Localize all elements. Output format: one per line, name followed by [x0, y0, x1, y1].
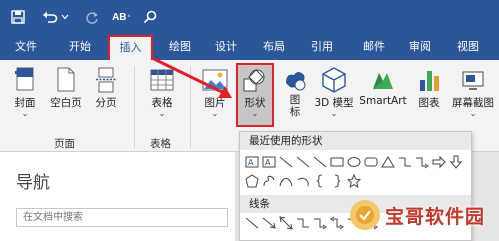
- oval-shape-icon[interactable]: [347, 155, 361, 169]
- cover-page-label: 封面: [14, 97, 36, 109]
- chevron-down-icon: ⌄: [211, 109, 219, 118]
- svg-text:A: A: [265, 158, 271, 167]
- rounded-rectangle-shape-icon[interactable]: [364, 155, 378, 169]
- picture-button[interactable]: 图片 ⌄: [198, 66, 232, 118]
- tables-group-label: 表格: [150, 138, 171, 150]
- navigation-search-input[interactable]: [17, 209, 227, 226]
- navigation-pane: [0, 152, 236, 241]
- save-icon[interactable]: [8, 6, 28, 28]
- tab-file[interactable]: 文件: [8, 34, 44, 60]
- undo-icon[interactable]: [40, 6, 60, 28]
- table-icon: [149, 66, 175, 94]
- arrow-line-shape-icon[interactable]: [262, 216, 276, 230]
- tab-draw[interactable]: 绘图: [160, 34, 200, 60]
- chevron-down-icon[interactable]: [60, 6, 70, 28]
- navigation-title: 导航: [16, 173, 50, 193]
- tab-layout[interactable]: 布局: [254, 34, 294, 60]
- chart-label: 图表: [418, 97, 440, 109]
- watermark: 宝哥软件园: [350, 196, 492, 234]
- shapes-icon: [242, 66, 268, 94]
- page-break-button[interactable]: 分页: [90, 66, 122, 110]
- cover-page-icon: [12, 66, 38, 94]
- chevron-down-icon: ⌄: [330, 109, 338, 118]
- shapes-button[interactable]: 形状 ⌄: [238, 66, 272, 118]
- line-shape-icon[interactable]: [245, 216, 259, 230]
- elbow-arrow-connector-shape-icon[interactable]: [415, 155, 429, 169]
- freeform-shape-icon[interactable]: [262, 174, 276, 188]
- blank-page-label: 空白页: [50, 97, 82, 109]
- pages-group-label: 页面: [54, 138, 75, 150]
- table-label: 表格: [151, 97, 173, 109]
- shapes-label: 形状: [244, 97, 266, 109]
- tab-design[interactable]: 设计: [206, 34, 246, 60]
- star-shape-icon[interactable]: [347, 174, 361, 188]
- icons-button[interactable]: 图标: [280, 66, 310, 118]
- chevron-down-icon: ⌄: [158, 109, 166, 118]
- group-divider: [134, 66, 135, 148]
- search-icon[interactable]: [140, 6, 160, 28]
- triangle-shape-icon[interactable]: [381, 155, 395, 169]
- navigation-search-box[interactable]: [16, 208, 228, 227]
- chart-button[interactable]: 图表: [412, 66, 446, 110]
- curve-shape-icon[interactable]: [279, 174, 293, 188]
- svg-text:A: A: [248, 158, 254, 167]
- cover-page-button[interactable]: 封面 ⌄: [10, 66, 40, 118]
- table-button[interactable]: 表格 ⌄: [144, 66, 180, 118]
- tab-review[interactable]: 审阅: [400, 34, 440, 60]
- tab-view[interactable]: 视图: [448, 34, 488, 60]
- chevron-down-icon: ⌄: [21, 109, 29, 118]
- elbow-connector-shape-icon[interactable]: [296, 216, 310, 230]
- smartart-label: SmartArt: [359, 95, 407, 107]
- 3d-model-icon: [321, 66, 347, 94]
- group-divider: [190, 66, 191, 148]
- vertical-text-box-shape-icon[interactable]: A: [262, 155, 276, 169]
- tab-mailings[interactable]: 邮件: [354, 34, 394, 60]
- elbow-connector-shape-icon[interactable]: [398, 155, 412, 169]
- down-arrow-shape-icon[interactable]: [449, 155, 463, 169]
- line-shape-icon[interactable]: [279, 155, 293, 169]
- redo-icon[interactable]: [82, 6, 102, 28]
- icons-icon: [282, 66, 308, 94]
- chart-icon: [416, 66, 442, 94]
- screenshot-label: 屏幕截图: [452, 97, 494, 109]
- blank-page-button[interactable]: 空白页: [46, 66, 86, 110]
- right-brace-shape-icon[interactable]: [330, 174, 344, 188]
- smartart-icon: [370, 66, 396, 94]
- elbow-arrow-connector-shape-icon[interactable]: [313, 216, 327, 230]
- 3d-model-label: 3D 模型: [314, 97, 354, 109]
- smartart-button[interactable]: SmartArt: [358, 66, 408, 107]
- pentagon-shape-icon[interactable]: [245, 174, 259, 188]
- chevron-down-icon: ⌄: [469, 109, 477, 118]
- page-break-label: 分页: [95, 97, 117, 109]
- chevron-down-icon: ⌄: [251, 109, 259, 118]
- text-box-shape-icon[interactable]: A: [245, 155, 259, 169]
- page-break-icon: [93, 66, 119, 94]
- tab-references[interactable]: 引用: [302, 34, 342, 60]
- 3d-model-button[interactable]: 3D 模型 ⌄: [314, 66, 354, 118]
- elbow-double-arrow-connector-shape-icon[interactable]: [330, 216, 344, 230]
- line-shape-icon[interactable]: [313, 155, 327, 169]
- icons-label: 图标: [289, 94, 301, 118]
- ab-format-icon[interactable]: AB ⁴: [108, 6, 134, 28]
- recent-shapes-header: 最近使用的形状: [240, 132, 471, 150]
- line-shape-icon[interactable]: [296, 155, 310, 169]
- tab-insert[interactable]: 插入: [108, 35, 153, 61]
- blank-page-icon: [53, 66, 79, 94]
- tab-home[interactable]: 开始: [60, 34, 100, 60]
- screenshot-button[interactable]: 屏幕截图 ⌄: [448, 66, 498, 118]
- screenshot-icon: [460, 66, 486, 94]
- picture-icon: [202, 66, 228, 94]
- picture-label: 图片: [204, 97, 226, 109]
- watermark-logo-icon: [350, 200, 380, 230]
- left-brace-shape-icon[interactable]: [313, 174, 327, 188]
- arc-shape-icon[interactable]: [296, 174, 310, 188]
- double-arrow-line-shape-icon[interactable]: [279, 216, 293, 230]
- watermark-text: 宝哥软件园: [385, 205, 486, 228]
- right-arrow-shape-icon[interactable]: [432, 155, 446, 169]
- ab-format-label: AB: [112, 11, 127, 23]
- title-bar: [0, 0, 499, 34]
- rectangle-shape-icon[interactable]: [330, 155, 344, 169]
